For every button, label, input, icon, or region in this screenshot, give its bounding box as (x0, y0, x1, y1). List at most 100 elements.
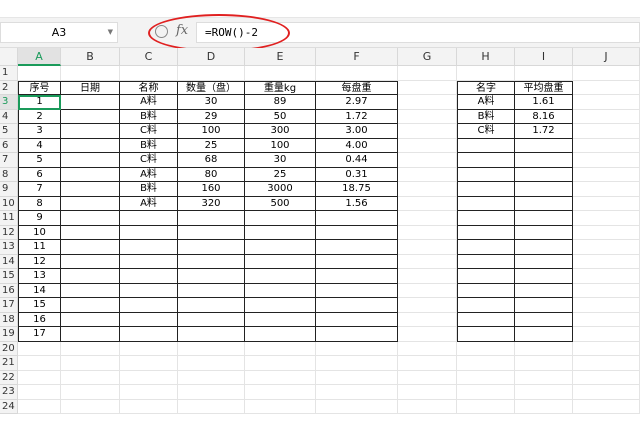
cell[interactable] (573, 399, 640, 414)
main-table-cell[interactable]: C料 (120, 124, 178, 139)
cell[interactable] (61, 399, 120, 414)
cell[interactable] (398, 298, 457, 313)
cell[interactable] (398, 312, 457, 327)
side-table-cell[interactable] (515, 269, 573, 284)
cell[interactable] (120, 385, 178, 400)
main-table-cell[interactable] (120, 327, 178, 342)
main-table-cell[interactable]: 320 (178, 196, 245, 211)
main-table-cell[interactable]: 11 (18, 240, 61, 255)
row-header-12[interactable]: 12 (0, 225, 18, 240)
cell[interactable] (61, 385, 120, 400)
cell[interactable] (120, 370, 178, 385)
side-table-cell[interactable] (457, 182, 515, 197)
row-header-22[interactable]: 22 (0, 370, 18, 385)
main-table-cell[interactable] (316, 312, 398, 327)
main-table-cell[interactable] (178, 254, 245, 269)
cell[interactable] (457, 356, 515, 371)
side-table-cell[interactable]: 1.72 (515, 124, 573, 139)
main-table-cell[interactable]: 29 (178, 109, 245, 124)
cell[interactable] (573, 341, 640, 356)
column-header-C[interactable]: C (120, 48, 178, 66)
side-table-cell[interactable]: C料 (457, 124, 515, 139)
cell[interactable] (398, 283, 457, 298)
main-table-cell[interactable]: 13 (18, 269, 61, 284)
side-table-cell[interactable] (457, 240, 515, 255)
main-table-cell[interactable]: 17 (18, 327, 61, 342)
cell[interactable] (573, 167, 640, 182)
side-table-cell[interactable] (515, 225, 573, 240)
side-table-cell[interactable] (457, 269, 515, 284)
cell[interactable] (573, 196, 640, 211)
cell[interactable] (573, 385, 640, 400)
side-table-cell[interactable] (515, 283, 573, 298)
main-table-cell[interactable] (61, 167, 120, 182)
side-table-cell[interactable]: 8.16 (515, 109, 573, 124)
main-table-cell[interactable] (61, 153, 120, 168)
main-table-cell[interactable] (316, 211, 398, 226)
cell[interactable] (573, 95, 640, 110)
column-header-J[interactable]: J (573, 48, 640, 66)
main-table-cell[interactable] (245, 298, 316, 313)
cell[interactable] (398, 182, 457, 197)
cell[interactable] (457, 341, 515, 356)
cell[interactable] (245, 356, 316, 371)
main-table-cell[interactable] (178, 240, 245, 255)
side-table-cell[interactable] (515, 211, 573, 226)
main-table-cell[interactable] (178, 269, 245, 284)
cell[interactable] (515, 399, 573, 414)
cell[interactable] (457, 385, 515, 400)
main-table-cell[interactable] (245, 269, 316, 284)
main-table-cell[interactable]: 14 (18, 283, 61, 298)
cell[interactable] (316, 399, 398, 414)
cell[interactable] (245, 385, 316, 400)
side-table-header[interactable]: 名字 (457, 80, 515, 95)
cell[interactable] (18, 356, 61, 371)
row-header-8[interactable]: 8 (0, 167, 18, 182)
row-header-21[interactable]: 21 (0, 356, 18, 371)
cell[interactable] (245, 399, 316, 414)
cell[interactable] (573, 80, 640, 95)
main-table-cell[interactable] (61, 269, 120, 284)
main-table-cell[interactable] (61, 240, 120, 255)
side-table-cell[interactable]: 1.61 (515, 95, 573, 110)
main-table-cell[interactable]: 3000 (245, 182, 316, 197)
main-table-cell[interactable] (245, 254, 316, 269)
main-table-cell[interactable]: A料 (120, 167, 178, 182)
cell[interactable] (398, 399, 457, 414)
main-table-cell[interactable] (61, 283, 120, 298)
column-header-D[interactable]: D (178, 48, 245, 66)
main-table-cell[interactable] (245, 240, 316, 255)
main-table-cell[interactable] (61, 124, 120, 139)
select-all-corner[interactable] (0, 48, 18, 66)
cell[interactable] (573, 240, 640, 255)
side-table-cell[interactable] (457, 283, 515, 298)
main-table-cell[interactable]: 1.72 (316, 109, 398, 124)
name-box[interactable]: A3 ▼ (0, 22, 118, 43)
cell[interactable] (573, 153, 640, 168)
row-header-17[interactable]: 17 (0, 298, 18, 313)
side-table-cell[interactable] (457, 196, 515, 211)
cell[interactable] (316, 66, 398, 81)
main-table-cell[interactable] (178, 298, 245, 313)
main-table-cell[interactable]: 1.56 (316, 196, 398, 211)
main-table-cell[interactable] (120, 211, 178, 226)
side-table-cell[interactable] (457, 211, 515, 226)
main-table-cell[interactable]: A料 (120, 95, 178, 110)
cell[interactable] (18, 341, 61, 356)
main-table-header[interactable]: 数量（盘） (178, 80, 245, 95)
main-table-cell[interactable] (316, 240, 398, 255)
main-table-cell[interactable] (245, 225, 316, 240)
cell[interactable] (316, 356, 398, 371)
main-table-cell[interactable]: 3 (18, 124, 61, 139)
cell[interactable] (120, 341, 178, 356)
cell[interactable] (515, 385, 573, 400)
main-table-cell[interactable] (316, 269, 398, 284)
side-table-cell[interactable] (515, 254, 573, 269)
row-header-4[interactable]: 4 (0, 109, 18, 124)
side-table-cell[interactable] (457, 254, 515, 269)
side-table-cell[interactable] (457, 138, 515, 153)
row-header-19[interactable]: 19 (0, 327, 18, 342)
row-header-15[interactable]: 15 (0, 269, 18, 284)
main-table-cell[interactable]: 9 (18, 211, 61, 226)
row-header-14[interactable]: 14 (0, 254, 18, 269)
